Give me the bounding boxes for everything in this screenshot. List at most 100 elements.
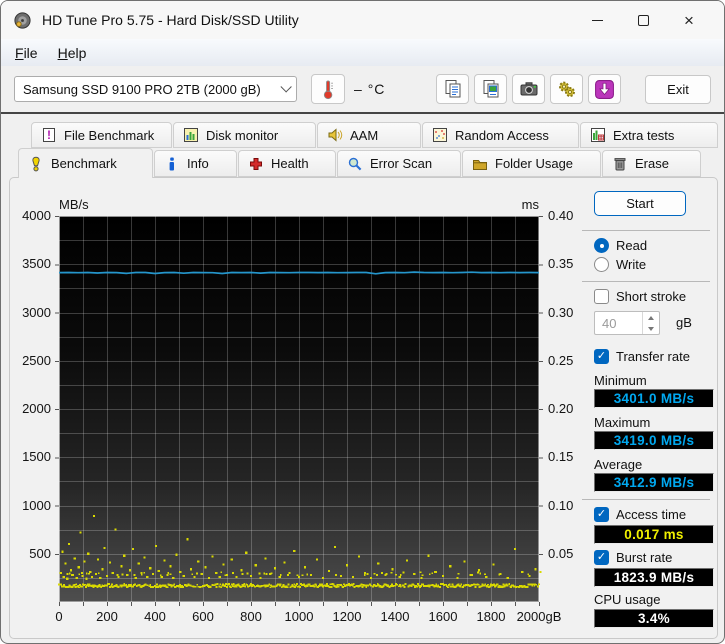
y-left-tick-label: 1500 xyxy=(22,449,51,465)
close-icon: × xyxy=(684,10,694,30)
average-label: Average xyxy=(594,457,643,472)
drive-select[interactable]: Samsung SSD 9100 PRO 2TB (2000 gB) xyxy=(14,76,297,102)
save-results-button[interactable] xyxy=(588,74,621,104)
chevron-down-icon xyxy=(280,81,292,93)
y-right-tick-label: 0.15 xyxy=(548,449,574,465)
exit-button[interactable]: Exit xyxy=(645,74,711,104)
cpu-usage-label: CPU usage xyxy=(594,592,661,607)
minimize-icon xyxy=(591,19,603,21)
axis-unit-label: ms xyxy=(521,197,539,212)
copy-text-button[interactable] xyxy=(436,74,469,104)
tab-error-scan[interactable]: Error Scan xyxy=(337,150,461,177)
write-radio[interactable]: Write xyxy=(594,257,646,272)
file-benchmark-icon: ! xyxy=(43,128,55,142)
stepper-arrows[interactable] xyxy=(642,312,659,334)
tab-strip: ! File Benchmark Disk monitor AAM Random… xyxy=(1,116,724,178)
burst-rate-checkbox[interactable]: ✓ Burst rate xyxy=(594,550,672,565)
y-right-tick-label: 0.20 xyxy=(548,401,574,416)
copy-image-button[interactable] xyxy=(474,74,507,104)
minimize-button[interactable] xyxy=(574,3,620,37)
y-right-tick-label: 0.40 xyxy=(548,208,574,223)
close-button[interactable]: × xyxy=(666,3,712,37)
minimum-label: Minimum xyxy=(594,373,647,388)
drive-select-value: Samsung SSD 9100 PRO 2TB (2000 gB) xyxy=(23,81,261,97)
y-right-tick-label: 0.25 xyxy=(548,352,574,368)
separator xyxy=(582,281,710,282)
y-left-tick-label: 500 xyxy=(29,545,51,561)
access-time-checkbox[interactable]: ✓ Access time xyxy=(594,507,686,522)
tab-extra-tests[interactable]: Extra tests xyxy=(580,122,718,148)
trash-icon xyxy=(614,157,626,170)
start-button[interactable]: Start xyxy=(594,191,686,216)
radio-unselected-icon xyxy=(594,257,609,272)
maximize-icon xyxy=(637,14,649,26)
y-left-tick-label: 3000 xyxy=(22,304,51,320)
menu-help[interactable]: Help xyxy=(48,42,97,64)
app-icon xyxy=(13,11,32,30)
size-unit-label: gB xyxy=(676,315,692,330)
y-right-tick-label: 0.10 xyxy=(548,497,574,513)
screenshot-button[interactable] xyxy=(512,74,545,104)
tab-random-access[interactable]: Random Access xyxy=(422,122,579,148)
y-left-tick-label: 1000 xyxy=(22,497,51,513)
maximum-value: 3419.0 MB/s xyxy=(594,431,714,450)
y-left-tick-label: 2000 xyxy=(22,401,51,416)
options-button[interactable] xyxy=(550,74,583,104)
svg-text:!: ! xyxy=(47,128,51,142)
menu-file[interactable]: File xyxy=(5,42,48,64)
gears-icon xyxy=(558,81,575,97)
radio-selected-icon xyxy=(594,238,609,253)
tab-info[interactable]: Info xyxy=(154,150,237,177)
access-time-value: 0.017 ms xyxy=(594,525,714,544)
toolbar: Samsung SSD 9100 PRO 2TB (2000 gB) – °C xyxy=(1,66,724,114)
y-right-tick-label: 0.05 xyxy=(548,545,574,561)
title-bar: HD Tune Pro 5.75 - Hard Disk/SSD Utility… xyxy=(1,1,724,39)
thermometer-icon xyxy=(323,80,333,99)
random-access-icon xyxy=(433,128,447,142)
burst-rate-value: 1823.9 MB/s xyxy=(594,568,714,587)
x-tick-label: 2000gB xyxy=(516,609,562,624)
y-right-tick-label: 0.30 xyxy=(548,304,574,320)
speaker-icon xyxy=(328,128,343,142)
copy-text-icon xyxy=(445,80,460,98)
tab-disk-monitor[interactable]: Disk monitor xyxy=(173,122,316,148)
checkbox-checked-icon: ✓ xyxy=(594,550,609,565)
download-icon xyxy=(595,79,614,99)
benchmark-icon xyxy=(32,156,40,171)
health-cross-icon xyxy=(250,157,262,170)
extra-tests-icon xyxy=(591,128,605,142)
maximum-label: Maximum xyxy=(594,415,651,430)
tab-folder-usage[interactable]: Folder Usage xyxy=(462,150,601,177)
transfer-rate-checkbox[interactable]: ✓ Transfer rate xyxy=(594,349,690,364)
temperature-readout: – °C xyxy=(354,81,386,97)
tab-erase[interactable]: Erase xyxy=(602,150,701,177)
app-window: HD Tune Pro 5.75 - Hard Disk/SSD Utility… xyxy=(0,0,725,644)
maximize-button[interactable] xyxy=(620,3,666,37)
toolbar-buttons xyxy=(436,74,621,104)
checkbox-unchecked-icon xyxy=(594,289,609,304)
tab-file-benchmark[interactable]: ! File Benchmark xyxy=(31,122,172,148)
copy-image-icon xyxy=(483,80,498,98)
menu-bar: File Help xyxy=(1,39,724,66)
chart-area: 4000 3500 3000 2500 2000 1500 1000 500 0.40 0.35 0… xyxy=(10,178,578,638)
axis-unit-label: MB/s xyxy=(59,197,89,212)
short-stroke-checkbox[interactable]: Short stroke xyxy=(594,289,686,304)
arrow-down-icon xyxy=(648,326,654,331)
temperature-button[interactable] xyxy=(311,74,345,104)
y-left-tick-label: 4000 xyxy=(22,208,51,223)
short-stroke-size-stepper[interactable]: 40 xyxy=(594,311,660,335)
magnifier-icon xyxy=(348,157,362,170)
arrow-up-icon xyxy=(648,315,654,320)
info-icon xyxy=(169,157,174,170)
tab-health[interactable]: Health xyxy=(238,150,336,177)
tab-aam[interactable]: AAM xyxy=(317,122,421,148)
camera-icon xyxy=(520,82,537,96)
read-radio[interactable]: Read xyxy=(594,238,647,253)
y-left-tick-label: 2500 xyxy=(22,352,51,368)
tab-benchmark[interactable]: Benchmark xyxy=(18,148,153,178)
folder-icon xyxy=(473,159,487,170)
average-value: 3412.9 MB/s xyxy=(594,473,714,492)
y-left-tick-label: 3500 xyxy=(22,256,51,272)
benchmark-panel: 4000 3500 3000 2500 2000 1500 1000 500 0.40 0.35 0… xyxy=(9,177,718,639)
benchmark-plot xyxy=(55,216,543,606)
